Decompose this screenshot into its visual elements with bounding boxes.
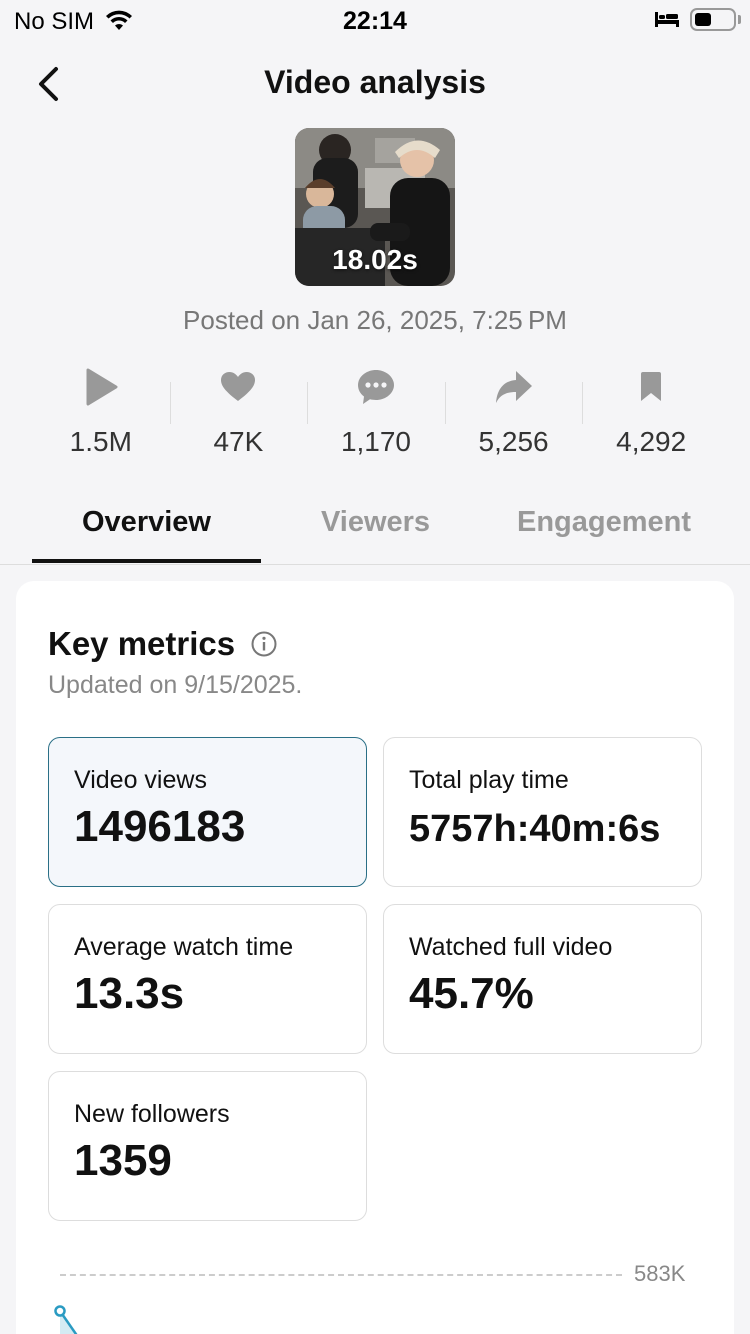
metric-value: 1496183: [74, 802, 246, 851]
metric-value: 45.7%: [409, 969, 534, 1018]
stat-shares: 5,256: [444, 362, 583, 462]
tab-engagement[interactable]: Engagement: [490, 506, 718, 539]
tab-overview[interactable]: Overview: [32, 506, 261, 539]
metric-card-total-play-time[interactable]: Total play time 5757h:40m:6s: [383, 737, 702, 887]
metric-value: 1359: [74, 1136, 172, 1185]
metric-card-average-watch-time[interactable]: Average watch time 13.3s: [48, 904, 367, 1054]
stat-value: 1,170: [340, 426, 412, 457]
tab-viewers[interactable]: Viewers: [261, 506, 490, 539]
video-thumbnail[interactable]: 18.02s: [295, 128, 455, 286]
metric-label: Watched full video: [409, 933, 613, 961]
metric-card-new-followers[interactable]: New followers 1359: [48, 1071, 367, 1221]
stat-value: 1.5M: [69, 426, 132, 457]
chart-point: [54, 1305, 66, 1317]
metric-label: Video views: [74, 766, 207, 794]
stat-likes: 47K: [169, 362, 308, 462]
heart-icon: [221, 372, 256, 401]
share-icon: [495, 371, 532, 403]
stat-value: 5,256: [478, 426, 549, 457]
metric-label: Total play time: [409, 766, 569, 794]
chart-series-line: [54, 1305, 78, 1334]
metric-value: 13.3s: [74, 969, 185, 1018]
stat-views: 1.5M: [32, 362, 170, 462]
stat-saves: 4,292: [582, 362, 720, 462]
stat-comments: 1,170: [307, 362, 445, 462]
battery-icon: [690, 8, 736, 31]
info-icon[interactable]: [250, 630, 278, 658]
metric-label: New followers: [74, 1100, 230, 1128]
video-analysis-screen: No SIM 22:14 Video analysis 18.02s Poste…: [0, 0, 750, 1334]
metric-value: 5757h:40m:6s: [409, 808, 661, 850]
metric-card-video-views[interactable]: Video views 1496183: [48, 737, 367, 887]
tab-bar: Overview Viewers Engagement: [0, 488, 750, 565]
clock: 22:14: [343, 7, 407, 35]
battery-tip: [738, 15, 741, 24]
status-bar: No SIM 22:14: [0, 0, 750, 42]
stat-value: 47K: [213, 426, 264, 457]
play-icon: [86, 368, 118, 406]
active-tab-indicator: [32, 559, 261, 563]
bookmark-icon: [641, 372, 662, 401]
metric-label: Average watch time: [74, 933, 294, 961]
page-title: Video analysis: [264, 64, 486, 100]
metric-card-watched-full-video[interactable]: Watched full video 45.7%: [383, 904, 702, 1054]
bed-icon: [655, 12, 679, 27]
updated-date: Updated on 9/15/2025.: [48, 671, 303, 699]
chart-max-label: 583K: [634, 1261, 686, 1286]
posted-date: Posted on Jan 26, 2025, 7:25 PM: [183, 305, 567, 335]
chart-max-gridline: [60, 1274, 622, 1276]
comment-icon: [357, 370, 394, 404]
battery-level: [695, 13, 711, 26]
engagement-stats: 1.5M 47K 1,170 5,256 4,292: [32, 362, 720, 462]
key-metrics-title: Key metrics: [48, 625, 236, 662]
stat-value: 4,292: [616, 426, 687, 457]
key-metrics-card: Key metrics Updated on 9/15/2025. Video …: [16, 581, 734, 1334]
video-duration: 18.02s: [332, 244, 418, 275]
